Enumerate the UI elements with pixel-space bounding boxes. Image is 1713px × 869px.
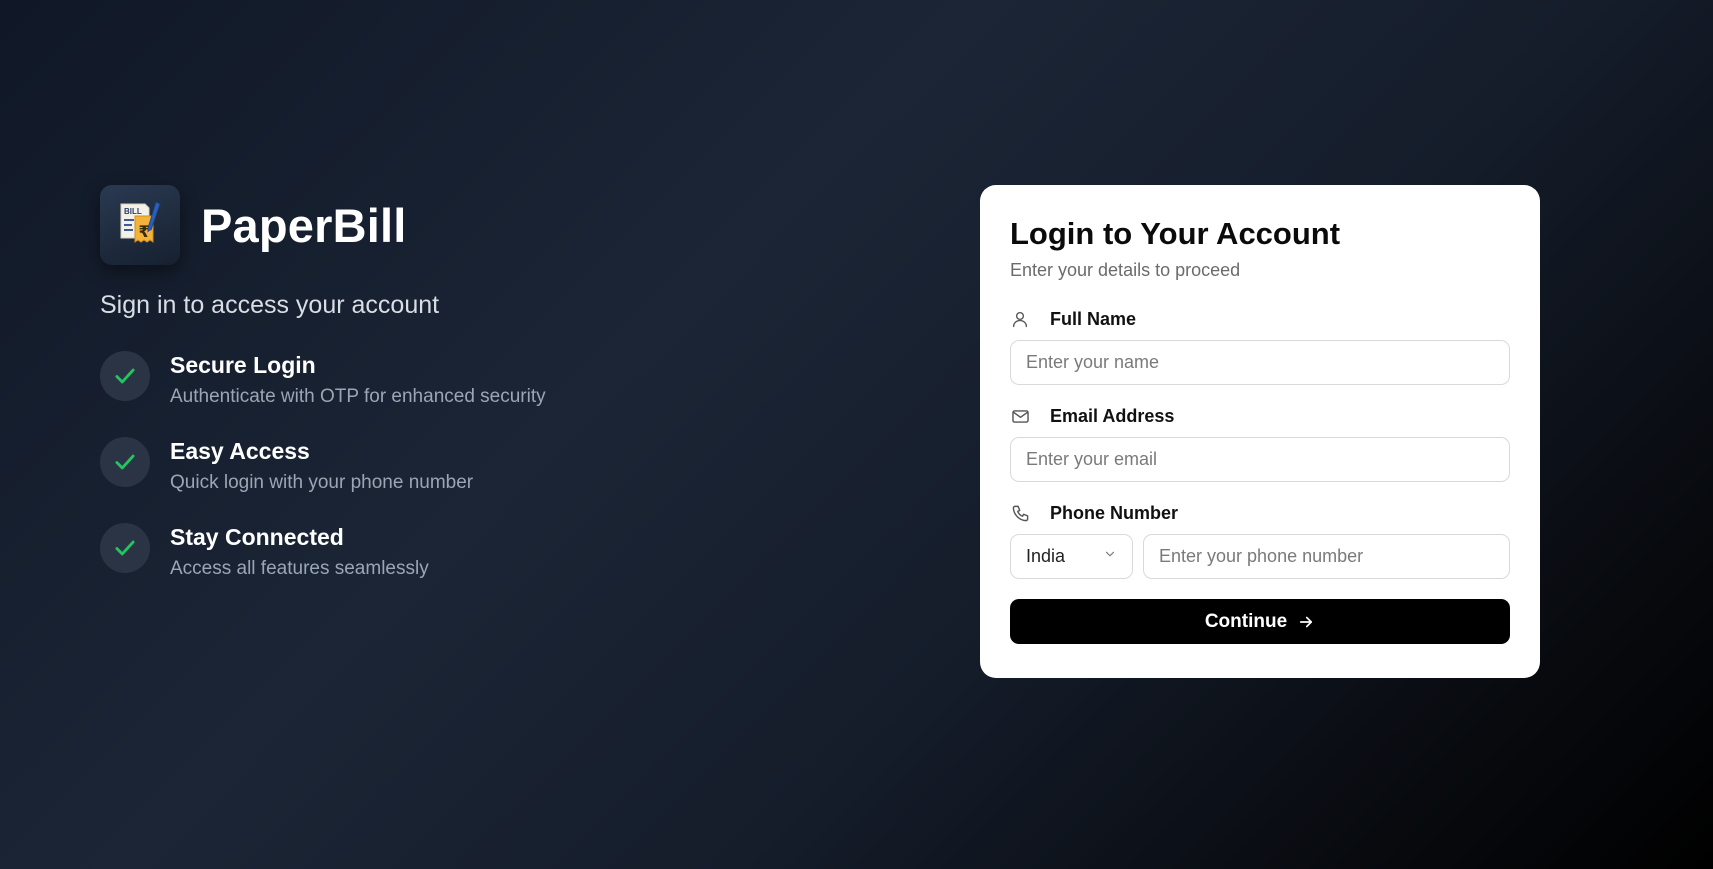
full-name-label-text: Full Name bbox=[1050, 308, 1137, 329]
arrow-right-icon bbox=[1297, 613, 1315, 631]
phone-row: India bbox=[1010, 534, 1510, 579]
login-subtitle: Enter your details to proceed bbox=[1010, 260, 1241, 280]
feature-item: Secure Login Authenticate with OTP for e… bbox=[100, 350, 800, 412]
feature-description: Quick login with your phone number bbox=[170, 472, 474, 493]
full-name-input[interactable] bbox=[1010, 340, 1510, 385]
user-icon bbox=[1010, 309, 1030, 329]
brand-name: PaperBill bbox=[201, 198, 407, 252]
login-page: BILL ₹ PaperBill Sign in to access your … bbox=[0, 0, 1713, 869]
phone-label: Phone Number bbox=[1010, 502, 1510, 524]
feature-list: Secure Login Authenticate with OTP for e… bbox=[100, 350, 800, 584]
brand-tagline: Sign in to access your account bbox=[100, 291, 440, 319]
email-label-text: Email Address bbox=[1050, 405, 1175, 426]
feature-item: Easy Access Quick login with your phone … bbox=[100, 436, 800, 498]
full-name-label: Full Name bbox=[1010, 308, 1510, 330]
feature-item: Stay Connected Access all features seaml… bbox=[100, 522, 800, 584]
feature-text: Stay Connected Access all features seaml… bbox=[170, 522, 429, 584]
country-select[interactable]: India bbox=[1010, 534, 1133, 579]
check-icon bbox=[100, 351, 150, 401]
mail-icon bbox=[1010, 406, 1030, 426]
phone-icon bbox=[1010, 503, 1030, 523]
feature-text: Easy Access Quick login with your phone … bbox=[170, 436, 473, 498]
continue-button[interactable]: Continue bbox=[1010, 599, 1510, 644]
brand-section: BILL ₹ PaperBill Sign in to access your … bbox=[100, 185, 800, 608]
country-select-value: India bbox=[1026, 546, 1066, 566]
bill-rupee-icon: BILL ₹ bbox=[120, 201, 161, 243]
chevron-down-icon bbox=[1103, 547, 1117, 566]
feature-title: Easy Access bbox=[170, 438, 310, 464]
app-logo: BILL ₹ bbox=[100, 185, 180, 265]
feature-description: Authenticate with OTP for enhanced secur… bbox=[170, 386, 546, 407]
logo-text: BILL bbox=[124, 207, 142, 216]
check-icon bbox=[100, 437, 150, 487]
continue-button-label: Continue bbox=[1204, 610, 1288, 632]
feature-title: Stay Connected bbox=[170, 524, 344, 550]
email-label: Email Address bbox=[1010, 405, 1510, 427]
feature-title: Secure Login bbox=[170, 352, 316, 378]
feature-description: Access all features seamlessly bbox=[170, 558, 429, 579]
phone-input[interactable] bbox=[1143, 534, 1510, 579]
brand-header: BILL ₹ PaperBill bbox=[100, 185, 800, 265]
login-title: Login to Your Account bbox=[1010, 216, 1341, 251]
check-icon bbox=[100, 523, 150, 573]
email-input[interactable] bbox=[1010, 437, 1510, 482]
feature-text: Secure Login Authenticate with OTP for e… bbox=[170, 350, 546, 412]
login-card: Login to Your Account Enter your details… bbox=[980, 185, 1540, 678]
phone-label-text: Phone Number bbox=[1050, 502, 1179, 523]
